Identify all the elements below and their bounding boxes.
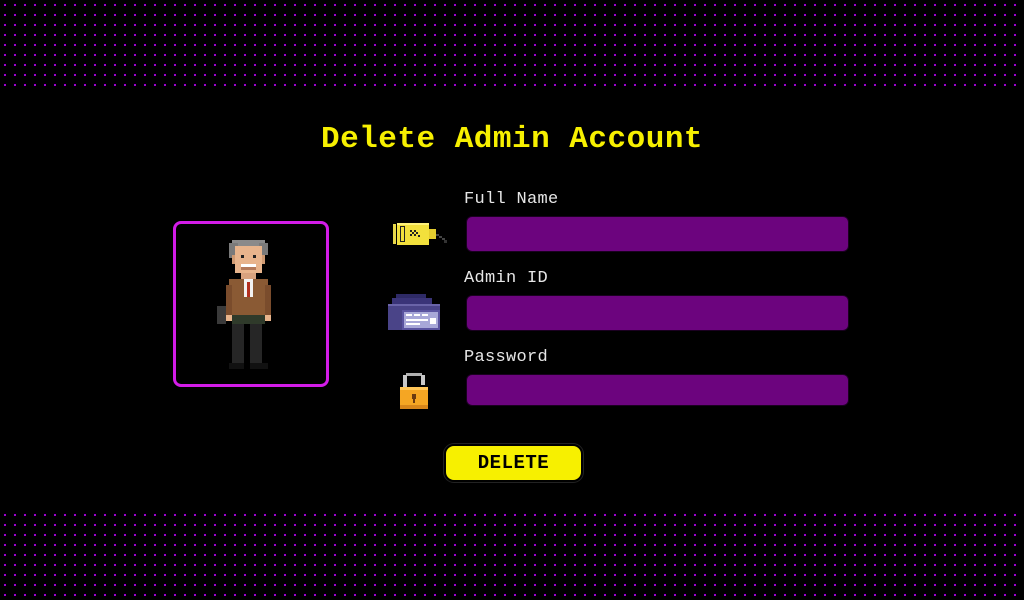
page-title: Delete Admin Account (320, 122, 704, 157)
password-label: Password (464, 348, 549, 367)
delete-button[interactable]: DELETE (444, 444, 583, 482)
admin-id-input[interactable] (466, 295, 849, 331)
lock-icon (400, 373, 428, 409)
full-name-input[interactable] (466, 216, 849, 252)
ticket-icon (393, 223, 447, 245)
password-input[interactable] (466, 374, 849, 406)
dot-pattern-top (0, 0, 1024, 90)
admin-id-label: Admin ID (464, 269, 549, 288)
admin-avatar-icon (217, 240, 271, 369)
id-card-icon (388, 294, 440, 330)
full-name-label: Full Name (464, 190, 559, 209)
avatar-frame (173, 221, 329, 387)
dot-pattern-bottom (0, 510, 1024, 600)
